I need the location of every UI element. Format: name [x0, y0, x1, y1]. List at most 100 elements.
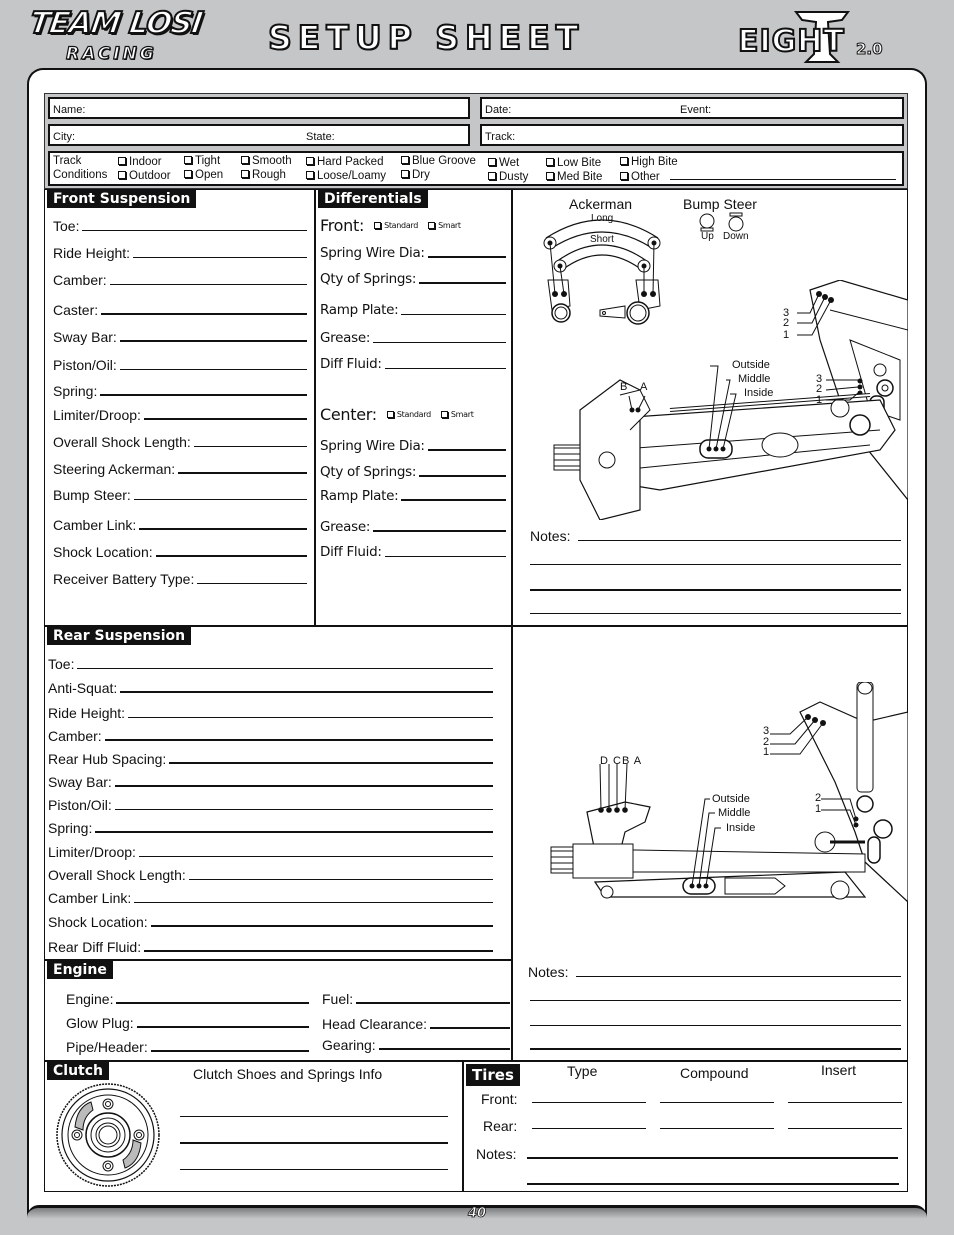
checkbox-icon[interactable] [401, 156, 409, 164]
front-camber-field[interactable]: Camber: [53, 272, 307, 288]
front-toe-field[interactable]: Toe: [53, 218, 307, 234]
checkbox-icon[interactable] [428, 222, 436, 229]
rear-overall-shock-length-field[interactable]: Overall Shock Length: [48, 867, 493, 883]
engine-engine-field-input[interactable] [116, 1002, 309, 1004]
front-diff-qty-of-springs-field[interactable]: Qty of Springs: [320, 271, 506, 287]
option-rough[interactable]: Rough [241, 169, 286, 181]
engine-head-clearance-field-input[interactable] [430, 1027, 510, 1029]
front-piston-oil-field[interactable]: Piston/Oil: [53, 357, 307, 373]
engine-fuel-field[interactable]: Fuel: [322, 991, 510, 1007]
tires-notes-line[interactable] [527, 1157, 898, 1159]
rear-notes-line[interactable] [530, 1025, 901, 1026]
rear-toe-field[interactable]: Toe: [48, 656, 493, 672]
center-diff-diff-fluid-field-input[interactable] [384, 556, 506, 557]
checkbox-icon[interactable] [488, 158, 496, 166]
rear-ride-height-field[interactable]: Ride Height: [48, 705, 493, 721]
rear-spring-field-input[interactable] [95, 831, 493, 833]
tires-rear-compound-input[interactable] [660, 1128, 774, 1129]
front-diff-qty-of-springs-field-input[interactable] [419, 282, 506, 284]
engine-gearing-field-input[interactable] [378, 1048, 510, 1050]
front-diff-diff-fluid-field-input[interactable] [384, 368, 506, 369]
front-overall-shock-length-field[interactable]: Overall Shock Length: [53, 434, 307, 450]
front-camber-link-field[interactable]: Camber Link: [53, 517, 307, 533]
center-diff-ramp-plate-field-input[interactable] [401, 499, 506, 501]
clutch-info-line[interactable] [180, 1142, 448, 1144]
checkbox-icon[interactable] [386, 411, 394, 418]
rear-piston-oil-field-input[interactable] [114, 809, 493, 810]
option-loose-loamy[interactable]: Loose/Loamy [306, 170, 386, 182]
rear-camber-field[interactable]: Camber: [48, 728, 493, 744]
center-diff-smart-option[interactable]: Smart [440, 410, 474, 419]
tires-front-type-input[interactable] [532, 1102, 646, 1103]
center-diff-ramp-plate-field[interactable]: Ramp Plate: [320, 488, 506, 504]
front-sway-bar-field[interactable]: Sway Bar: [53, 329, 307, 345]
option-low-bite[interactable]: Low Bite [546, 157, 601, 169]
front-shock-location-field-input[interactable] [155, 555, 307, 557]
tires-front-compound-input[interactable] [660, 1102, 774, 1103]
center-diff-grease-field[interactable]: Grease: [320, 519, 506, 535]
front-diff-grease-field[interactable]: Grease: [320, 330, 506, 346]
front-diff-spring-wire-dia-field-input[interactable] [427, 256, 506, 258]
option-smooth[interactable]: Smooth [241, 155, 292, 167]
checkbox-icon[interactable] [184, 170, 192, 178]
center-diff-qty-of-springs-field-input[interactable] [419, 475, 506, 477]
other-input[interactable] [670, 179, 896, 180]
front-sway-bar-field-input[interactable] [119, 340, 307, 342]
option-dry[interactable]: Dry [401, 169, 430, 181]
rear-anti-squat-field-input[interactable] [120, 691, 493, 693]
rear-ride-height-field-input[interactable] [128, 717, 493, 718]
engine-fuel-field-input[interactable] [356, 1002, 510, 1004]
rear-camber-link-field-input[interactable] [134, 902, 493, 903]
option-dusty[interactable]: Dusty [488, 171, 528, 183]
option-other[interactable]: Other [620, 171, 660, 183]
front-receiver-battery-type-field-input[interactable] [197, 583, 307, 584]
engine-pipe-header-field-input[interactable] [150, 1050, 309, 1052]
rear-notes-field[interactable]: Notes: [528, 964, 901, 980]
front-notes-line[interactable] [530, 564, 901, 565]
front-overall-shock-length-field-input[interactable] [193, 446, 307, 447]
front-diff-spring-wire-dia-field[interactable]: Spring Wire Dia: [320, 245, 506, 261]
rear-overall-shock-length-field-input[interactable] [188, 879, 493, 880]
front-shock-location-field[interactable]: Shock Location: [53, 544, 307, 560]
center-diff-grease-field-input[interactable] [373, 530, 506, 532]
front-toe-field-input[interactable] [82, 230, 307, 231]
front-limiter-droop-field-input[interactable] [143, 418, 307, 420]
checkbox-icon[interactable] [401, 170, 409, 178]
option-wet[interactable]: Wet [488, 157, 519, 169]
front-notes-field[interactable]: Notes: [530, 528, 901, 544]
front-bump-steer-field-input[interactable] [133, 499, 307, 500]
front-diff-ramp-plate-field[interactable]: Ramp Plate: [320, 302, 506, 318]
checkbox-icon[interactable] [620, 157, 628, 165]
front-piston-oil-field-input[interactable] [119, 369, 307, 370]
checkbox-icon[interactable] [184, 156, 192, 164]
checkbox-icon[interactable] [620, 172, 628, 180]
front-steering-ackerman-field[interactable]: Steering Ackerman: [53, 461, 307, 477]
engine-head-clearance-field[interactable]: Head Clearance: [322, 1016, 510, 1032]
engine-pipe-header-field[interactable]: Pipe/Header: [66, 1039, 309, 1055]
checkbox-icon[interactable] [241, 170, 249, 178]
rear-rear-diff-fluid-field-input[interactable] [144, 950, 493, 952]
front-bump-steer-field[interactable]: Bump Steer: [53, 487, 307, 503]
front-diff-grease-field-input[interactable] [373, 342, 506, 343]
front-diff-standard-option[interactable]: Standard [374, 221, 418, 230]
engine-gearing-field[interactable]: Gearing: [322, 1037, 510, 1053]
front-limiter-droop-field[interactable]: Limiter/Droop: [53, 407, 307, 423]
center-diff-spring-wire-dia-field-input[interactable] [427, 449, 506, 451]
checkbox-icon[interactable] [118, 171, 126, 179]
tires-rear-type-input[interactable] [532, 1128, 646, 1129]
tires-notes-line[interactable] [527, 1183, 899, 1185]
rear-camber-field-input[interactable] [104, 739, 493, 741]
rear-notes-line[interactable] [530, 1000, 901, 1001]
engine-engine-field[interactable]: Engine: [66, 991, 309, 1007]
option-high-bite[interactable]: High Bite [620, 156, 678, 168]
rear-spring-field[interactable]: Spring: [48, 820, 493, 836]
checkbox-icon[interactable] [488, 172, 496, 180]
option-outdoor[interactable]: Outdoor [118, 170, 171, 182]
rear-notes-line[interactable] [530, 1048, 901, 1050]
rear-rear-diff-fluid-field[interactable]: Rear Diff Fluid: [48, 939, 493, 955]
front-receiver-battery-type-field[interactable]: Receiver Battery Type: [53, 571, 307, 587]
clutch-info-line[interactable] [180, 1116, 448, 1117]
rear-camber-link-field[interactable]: Camber Link: [48, 890, 493, 906]
front-ride-height-field-input[interactable] [133, 257, 307, 258]
checkbox-icon[interactable] [118, 157, 126, 165]
